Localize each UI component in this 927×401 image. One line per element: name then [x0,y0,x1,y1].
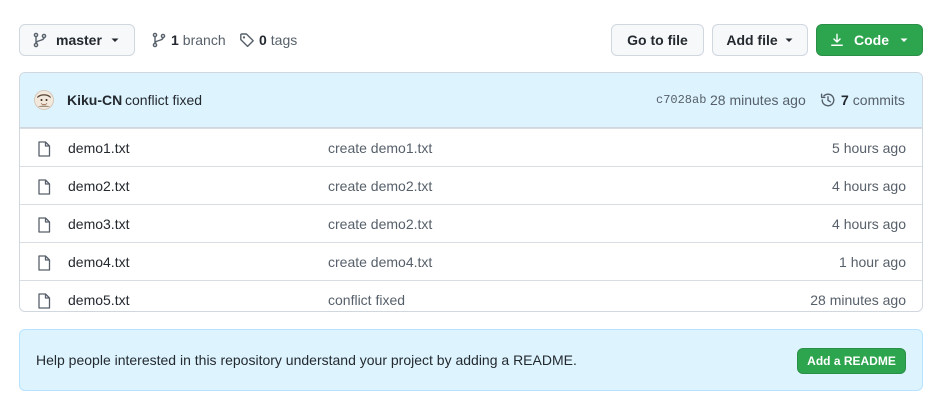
file-commit-time: 1 hour ago [839,253,906,270]
add-file-button[interactable]: Add file [712,24,808,56]
tag-count: 0 [259,32,267,48]
readme-prompt-text: Help people interested in this repositor… [36,352,577,368]
file-commit-time: 5 hours ago [832,139,906,156]
commit-sha[interactable]: c7028ab [656,93,706,107]
file-commit-message[interactable]: conflict fixed [328,292,405,308]
tags-link[interactable]: 0 tags [239,24,297,56]
file-name[interactable]: demo2.txt [68,178,129,194]
commits-history-link[interactable]: 7 commits [820,92,905,108]
branch-count: 1 [171,32,179,48]
commit-time: 28 minutes ago [710,92,806,108]
file-commit-time: 4 hours ago [832,215,906,232]
file-name[interactable]: demo1.txt [68,140,129,156]
readme-prompt: Help people interested in this repositor… [19,329,923,391]
tag-word: tags [270,32,298,48]
caret-down-icon [785,38,793,42]
caret-down-icon [900,38,908,42]
commit-count: 7 [841,92,849,108]
file-row[interactable]: demo5.txt conflict fixed 28 minutes ago [20,280,922,311]
git-branch-icon [152,32,166,48]
file-row[interactable]: demo4.txt create demo4.txt 1 hour ago [20,242,922,280]
file-name[interactable]: demo4.txt [68,254,129,270]
file-commit-message[interactable]: create demo2.txt [328,216,432,232]
repo-toolbar: master 1 branch 0 tags Go to file Add fi… [19,24,923,56]
file-row[interactable]: demo3.txt create demo2.txt 4 hours ago [20,204,922,242]
file-commit-message[interactable]: create demo4.txt [328,254,432,270]
code-button-label: Code [854,32,889,48]
download-icon [831,33,843,46]
file-name[interactable]: demo5.txt [68,292,129,308]
commits-word: commits [852,92,905,108]
file-row[interactable]: demo1.txt create demo1.txt 5 hours ago [20,128,922,166]
tag-icon [240,33,254,48]
file-icon [38,217,51,233]
add-file-label: Add file [726,32,778,48]
branches-link[interactable]: 1 branch [151,24,226,56]
branch-select-button[interactable]: master [19,24,135,56]
branch-select-label: master [56,32,102,48]
git-branch-icon [33,32,47,48]
commit-message[interactable]: conflict fixed [125,92,202,108]
file-icon [38,179,51,195]
code-button[interactable]: Code [816,24,923,56]
file-icon [38,141,51,157]
file-icon [38,293,51,309]
commit-author[interactable]: Kiku-CN [67,92,122,108]
file-commit-message[interactable]: create demo1.txt [328,140,432,156]
file-list-box: Kiku-CN conflict fixed c7028ab 28 minute… [19,72,923,312]
add-readme-button[interactable]: Add a README [797,348,906,374]
file-commit-time: 4 hours ago [832,177,906,194]
caret-down-icon [111,38,119,42]
latest-commit-bar: Kiku-CN conflict fixed c7028ab 28 minute… [20,73,922,128]
file-commit-message[interactable]: create demo2.txt [328,178,432,194]
go-to-file-button[interactable]: Go to file [611,24,704,56]
file-name[interactable]: demo3.txt [68,216,129,232]
file-commit-time: 28 minutes ago [810,291,906,308]
history-icon [820,93,835,107]
go-to-file-label: Go to file [627,32,688,48]
avatar[interactable] [34,90,54,110]
branch-word: branch [182,32,226,48]
file-icon [38,255,51,271]
file-row[interactable]: demo2.txt create demo2.txt 4 hours ago [20,166,922,204]
